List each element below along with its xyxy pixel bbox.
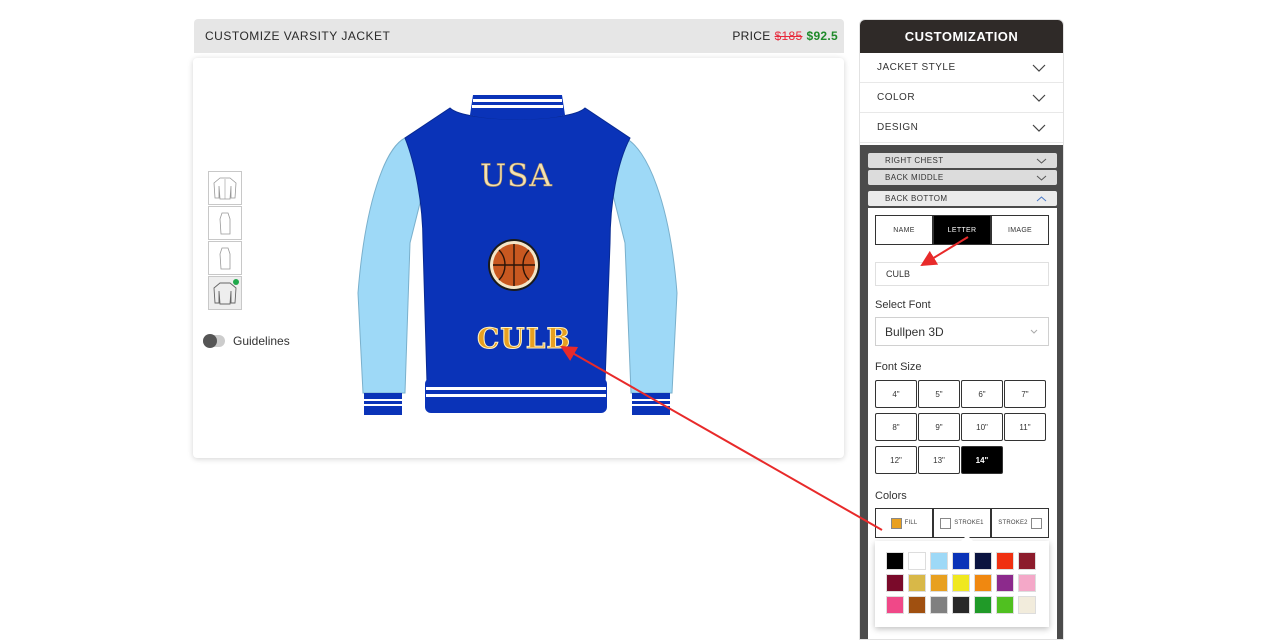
annotation-arrows <box>560 236 969 531</box>
arrow-to-letter-input <box>920 236 969 267</box>
arrow-to-jacket-text <box>560 346 883 531</box>
page: CUSTOMIZE VARSITY JACKET PRICE $185 $92.… <box>0 0 1280 640</box>
